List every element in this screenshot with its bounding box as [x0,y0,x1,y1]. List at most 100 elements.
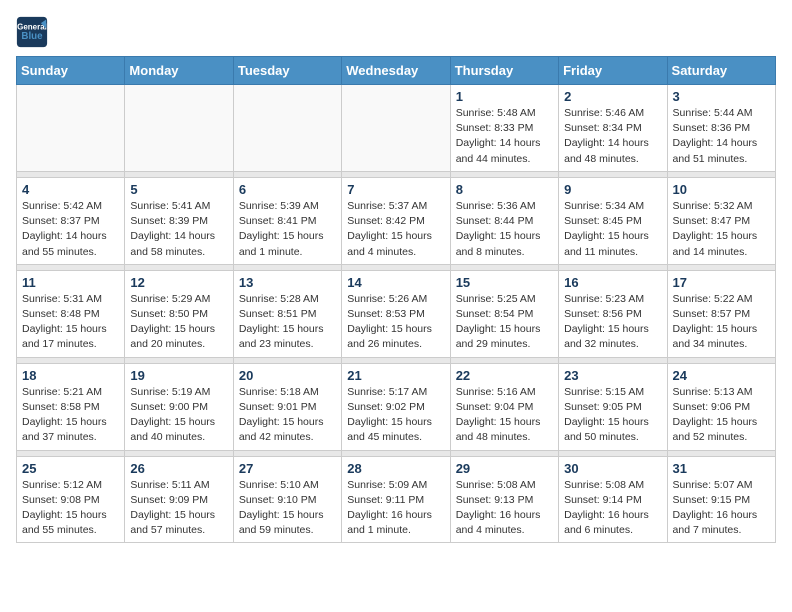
weekday-header-friday: Friday [559,57,667,85]
cell-info: Sunrise: 5:37 AM Sunset: 8:42 PM Dayligh… [347,199,444,260]
day-number: 23 [564,368,661,383]
day-number: 17 [673,275,770,290]
calendar-cell: 11 Sunrise: 5:31 AM Sunset: 8:48 PM Dayli… [17,270,125,357]
calendar-cell: 28 Sunrise: 5:09 AM Sunset: 9:11 PM Dayli… [342,456,450,543]
calendar-cell: 17 Sunrise: 5:22 AM Sunset: 8:57 PM Dayli… [667,270,775,357]
calendar-cell: 21 Sunrise: 5:17 AM Sunset: 9:02 PM Dayli… [342,363,450,450]
calendar-cell: 5 Sunrise: 5:41 AM Sunset: 8:39 PM Daylig… [125,177,233,264]
cell-info: Sunrise: 5:21 AM Sunset: 8:58 PM Dayligh… [22,385,119,446]
day-number: 22 [456,368,553,383]
day-number: 16 [564,275,661,290]
day-number: 11 [22,275,119,290]
cell-info: Sunrise: 5:41 AM Sunset: 8:39 PM Dayligh… [130,199,227,260]
calendar-cell: 14Sunrise: 5:26 AM Sunset: 8:53 PM Dayli… [342,270,450,357]
day-number: 6 [239,182,336,197]
calendar-cell: 23 Sunrise: 5:15 AM Sunset: 9:05 PM Dayli… [559,363,667,450]
calendar-cell: 15Sunrise: 5:25 AM Sunset: 8:54 PM Dayli… [450,270,558,357]
calendar-week-3: 11 Sunrise: 5:31 AM Sunset: 8:48 PM Dayli… [17,270,776,357]
calendar-cell: 30 Sunrise: 5:08 AM Sunset: 9:14 PM Dayli… [559,456,667,543]
day-number: 3 [673,89,770,104]
calendar-cell: 26 Sunrise: 5:11 AM Sunset: 9:09 PM Dayli… [125,456,233,543]
cell-info: Sunrise: 5:11 AM Sunset: 9:09 PM Dayligh… [130,478,227,539]
cell-info: Sunrise: 5:13 AM Sunset: 9:06 PM Dayligh… [673,385,770,446]
day-number: 7 [347,182,444,197]
day-number: 18 [22,368,119,383]
day-number: 25 [22,461,119,476]
cell-info: Sunrise: 5:08 AM Sunset: 9:13 PM Dayligh… [456,478,553,539]
cell-info: Sunrise: 5:42 AM Sunset: 8:37 PM Dayligh… [22,199,119,260]
weekday-header-tuesday: Tuesday [233,57,341,85]
calendar-week-2: 4 Sunrise: 5:42 AM Sunset: 8:37 PM Daylig… [17,177,776,264]
cell-info: Sunrise: 5:19 AM Sunset: 9:00 PM Dayligh… [130,385,227,446]
weekday-header-sunday: Sunday [17,57,125,85]
page-header: General Blue [16,16,776,48]
cell-info: Sunrise: 5:36 AM Sunset: 8:44 PM Dayligh… [456,199,553,260]
day-number: 1 [456,89,553,104]
logo: General Blue [16,16,52,48]
day-number: 5 [130,182,227,197]
calendar-cell: 25 Sunrise: 5:12 AM Sunset: 9:08 PM Dayli… [17,456,125,543]
calendar-cell: 13 Sunrise: 5:28 AM Sunset: 8:51 PM Dayli… [233,270,341,357]
day-number: 14 [347,275,444,290]
calendar-cell: 20 Sunrise: 5:18 AM Sunset: 9:01 PM Dayli… [233,363,341,450]
cell-info: Sunrise: 5:07 AM Sunset: 9:15 PM Dayligh… [673,478,770,539]
day-number: 12 [130,275,227,290]
day-number: 24 [673,368,770,383]
cell-info: Sunrise: 5:32 AM Sunset: 8:47 PM Dayligh… [673,199,770,260]
calendar-cell [17,85,125,172]
cell-info: Sunrise: 5:29 AM Sunset: 8:50 PM Dayligh… [130,292,227,353]
cell-info: Sunrise: 5:18 AM Sunset: 9:01 PM Dayligh… [239,385,336,446]
calendar-cell: 2 Sunrise: 5:46 AM Sunset: 8:34 PM Daylig… [559,85,667,172]
calendar-cell: 7 Sunrise: 5:37 AM Sunset: 8:42 PM Daylig… [342,177,450,264]
calendar-cell: 22Sunrise: 5:16 AM Sunset: 9:04 PM Dayli… [450,363,558,450]
calendar-table: SundayMondayTuesdayWednesdayThursdayFrid… [16,56,776,543]
cell-info: Sunrise: 5:39 AM Sunset: 8:41 PM Dayligh… [239,199,336,260]
weekday-header-saturday: Saturday [667,57,775,85]
weekday-header-wednesday: Wednesday [342,57,450,85]
day-number: 28 [347,461,444,476]
weekday-header-thursday: Thursday [450,57,558,85]
cell-info: Sunrise: 5:28 AM Sunset: 8:51 PM Dayligh… [239,292,336,353]
cell-info: Sunrise: 5:34 AM Sunset: 8:45 PM Dayligh… [564,199,661,260]
day-number: 10 [673,182,770,197]
calendar-cell: 3 Sunrise: 5:44 AM Sunset: 8:36 PM Daylig… [667,85,775,172]
calendar-cell: 8 Sunrise: 5:36 AM Sunset: 8:44 PM Daylig… [450,177,558,264]
cell-info: Sunrise: 5:12 AM Sunset: 9:08 PM Dayligh… [22,478,119,539]
day-number: 20 [239,368,336,383]
calendar-cell: 10 Sunrise: 5:32 AM Sunset: 8:47 PM Dayli… [667,177,775,264]
logo-icon: General Blue [16,16,48,48]
day-number: 8 [456,182,553,197]
cell-info: Sunrise: 5:09 AM Sunset: 9:11 PM Dayligh… [347,478,444,539]
calendar-cell: 27Sunrise: 5:10 AM Sunset: 9:10 PM Dayli… [233,456,341,543]
calendar-cell: 16 Sunrise: 5:23 AM Sunset: 8:56 PM Dayli… [559,270,667,357]
cell-info: Sunrise: 5:22 AM Sunset: 8:57 PM Dayligh… [673,292,770,353]
calendar-cell [233,85,341,172]
day-number: 26 [130,461,227,476]
cell-info: Sunrise: 5:44 AM Sunset: 8:36 PM Dayligh… [673,106,770,167]
day-number: 2 [564,89,661,104]
calendar-cell: 18 Sunrise: 5:21 AM Sunset: 8:58 PM Dayli… [17,363,125,450]
day-number: 21 [347,368,444,383]
cell-info: Sunrise: 5:15 AM Sunset: 9:05 PM Dayligh… [564,385,661,446]
cell-info: Sunrise: 5:46 AM Sunset: 8:34 PM Dayligh… [564,106,661,167]
day-number: 4 [22,182,119,197]
calendar-cell: 31 Sunrise: 5:07 AM Sunset: 9:15 PM Dayli… [667,456,775,543]
cell-info: Sunrise: 5:31 AM Sunset: 8:48 PM Dayligh… [22,292,119,353]
calendar-cell [125,85,233,172]
cell-info: Sunrise: 5:25 AM Sunset: 8:54 PM Dayligh… [456,292,553,353]
weekday-header-row: SundayMondayTuesdayWednesdayThursdayFrid… [17,57,776,85]
cell-info: Sunrise: 5:08 AM Sunset: 9:14 PM Dayligh… [564,478,661,539]
day-number: 30 [564,461,661,476]
cell-info: Sunrise: 5:48 AM Sunset: 8:33 PM Dayligh… [456,106,553,167]
day-number: 29 [456,461,553,476]
day-number: 31 [673,461,770,476]
calendar-week-4: 18 Sunrise: 5:21 AM Sunset: 8:58 PM Dayli… [17,363,776,450]
cell-info: Sunrise: 5:10 AM Sunset: 9:10 PM Dayligh… [239,478,336,539]
calendar-cell: 24 Sunrise: 5:13 AM Sunset: 9:06 PM Dayli… [667,363,775,450]
cell-info: Sunrise: 5:17 AM Sunset: 9:02 PM Dayligh… [347,385,444,446]
cell-info: Sunrise: 5:23 AM Sunset: 8:56 PM Dayligh… [564,292,661,353]
calendar-week-1: 1 Sunrise: 5:48 AM Sunset: 8:33 PM Daylig… [17,85,776,172]
calendar-cell [342,85,450,172]
day-number: 13 [239,275,336,290]
calendar-cell: 6 Sunrise: 5:39 AM Sunset: 8:41 PM Daylig… [233,177,341,264]
